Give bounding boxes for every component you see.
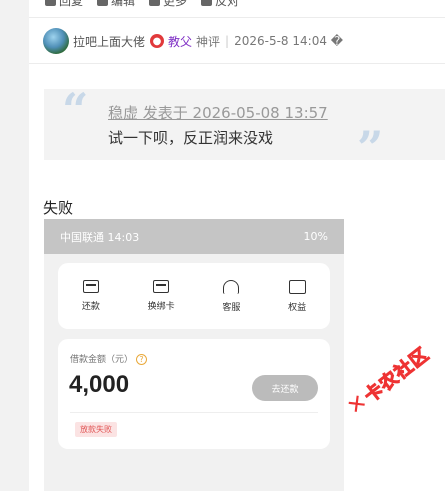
more-icon	[149, 0, 161, 6]
report-action[interactable]: 反对	[201, 0, 239, 9]
post-author-line: 拉吧上面大佬 ● 教父 神评 | 2026-5-8 14:04 �	[43, 27, 343, 55]
quote-close-icon: ”	[357, 121, 384, 175]
more-action[interactable]: 更多	[149, 0, 187, 9]
post-actions: 回复 编辑 更多 反对	[45, 0, 239, 9]
user-rank: 神评	[196, 34, 221, 49]
loan-amount: 4,000	[69, 371, 130, 398]
post-datetime: 2026-5-8 14:04 �	[234, 34, 344, 48]
avatar[interactable]	[43, 28, 69, 54]
card-icon	[153, 280, 170, 293]
service-repay: 还款	[82, 280, 100, 312]
loan-card: 借款金额（元）? 4,000 去还款 放款失败	[58, 339, 330, 449]
status-battery: 10%	[303, 230, 328, 243]
service-support: 客服	[222, 279, 240, 313]
quote-text: 试一下呗，反正润来没戏	[108, 129, 274, 147]
phone-status-bar: 中国联通 14:03 10%	[44, 219, 344, 254]
amount-label: 借款金额（元）?	[70, 352, 148, 365]
post-text: 失败	[43, 199, 74, 217]
user-badge-icon: ●	[150, 34, 165, 48]
meta-separator: |	[225, 34, 230, 48]
repay-button: 去还款	[252, 375, 318, 401]
divider	[70, 412, 318, 413]
help-icon: ?	[136, 354, 148, 365]
crown-icon	[288, 279, 306, 294]
reply-action[interactable]: 回复	[45, 0, 83, 9]
service-change-card: 换绑卡	[148, 280, 175, 312]
thumbs-down-icon	[201, 0, 213, 6]
post-panel: 回复 编辑 更多 反对 拉吧上面大佬 ● 教父 神评 | 2026-5-8 14…	[29, 0, 445, 491]
status-tag: 放款失败	[75, 422, 117, 437]
service-card: 还款 换绑卡 客服 权益	[58, 263, 330, 329]
quote-source-link[interactable]: 稳虚 发表于 2026-05-08 13:57	[108, 102, 328, 123]
divider	[29, 63, 445, 64]
edit-action[interactable]: 编辑	[97, 0, 135, 9]
headset-icon	[223, 279, 240, 294]
service-benefits: 权益	[288, 279, 306, 313]
screenshot-image[interactable]: 中国联通 14:03 10% 还款 换绑卡 客服 权益 借款金额（元）? 4,0…	[44, 219, 344, 491]
left-gutter	[0, 0, 29, 491]
edit-icon	[97, 0, 109, 6]
status-carrier-time: 中国联通 14:03	[60, 230, 140, 244]
reply-icon	[45, 0, 56, 6]
user-title: 教父	[168, 34, 193, 49]
username[interactable]: 拉吧上面大佬	[73, 33, 145, 50]
divider	[29, 17, 445, 18]
quote-open-icon: “	[62, 83, 89, 137]
quote-block: “ 稳虚 发表于 2026-05-08 13:57 试一下呗，反正润来没戏 ”	[44, 83, 445, 171]
card-icon	[82, 280, 99, 293]
